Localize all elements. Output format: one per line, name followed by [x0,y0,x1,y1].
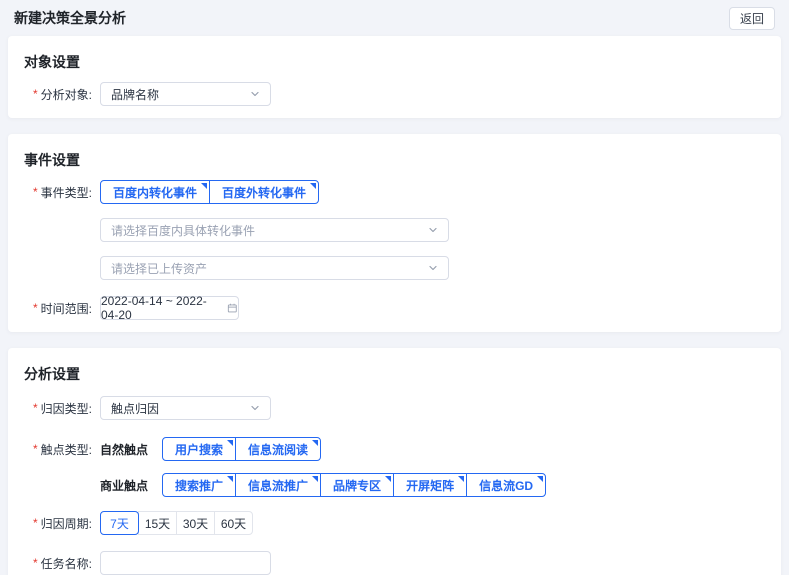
event-type-label: * 事件类型: [33,184,100,201]
touchpoint-natural-row: * 触点类型: 自然触点 用户搜索 信息流阅读 [33,437,761,461]
inner-event-select-row: 请选择百度内具体转化事件 [33,218,761,242]
calendar-icon [227,302,238,314]
inner-event-select[interactable]: 请选择百度内具体转化事件 [100,218,449,242]
segment-60-days[interactable]: 60天 [214,511,253,535]
tag-label: 信息流GD [479,477,533,494]
tag-splash-matrix[interactable]: 开屏矩阵 [393,473,467,497]
segment-7-days[interactable]: 7天 [100,511,139,535]
required-asterisk: * [33,516,38,530]
analysis-object-select[interactable]: 品牌名称 [100,82,271,106]
required-asterisk: * [33,185,38,199]
attribution-period-row: * 归因周期: 7天 15天 30天 60天 [33,511,761,535]
attribution-type-select[interactable]: 触点归因 [100,396,271,420]
segment-30-days[interactable]: 30天 [176,511,215,535]
asset-select-row: 请选择已上传资产 [33,256,761,280]
touchpoint-commercial-row: 商业触点 搜索推广 信息流推广 品牌专区 开屏矩阵 信息流GD [33,473,761,497]
tag-feed-promotion[interactable]: 信息流推广 [235,473,321,497]
tag-label: 开屏矩阵 [406,477,454,494]
section-title-object: 对象设置 [24,52,761,72]
tag-baidu-internal-event[interactable]: 百度内转化事件 [100,180,210,204]
tag-feed-gd[interactable]: 信息流GD [466,473,546,497]
select-placeholder: 请选择百度内具体转化事件 [111,222,255,239]
task-name-row: * 任务名称: [33,551,761,575]
task-name-label: * 任务名称: [33,555,100,572]
tag-feed-reading[interactable]: 信息流阅读 [235,437,321,461]
label-text: 事件类型: [41,184,92,201]
selected-corner-icon [227,476,233,482]
label-text: 时间范围: [41,300,92,317]
analysis-object-label: * 分析对象: [33,86,100,103]
tag-user-search[interactable]: 用户搜索 [162,437,236,461]
tag-label: 搜索推广 [175,477,223,494]
event-settings-card: 事件设置 * 事件类型: 百度内转化事件 百度外转化事件 请选择百度内具体转化事… [8,134,781,332]
touchpoint-type-label: * 触点类型: [33,441,100,458]
selected-corner-icon [227,440,233,446]
select-placeholder: 请选择已上传资产 [111,260,207,277]
tag-baidu-external-event[interactable]: 百度外转化事件 [209,180,319,204]
chevron-down-icon [250,403,260,413]
natural-touchpoint-tag-group: 用户搜索 信息流阅读 [162,437,321,461]
select-value: 触点归因 [111,400,159,417]
analysis-object-row: * 分析对象: 品牌名称 [33,82,761,106]
tag-label: 用户搜索 [175,441,223,458]
selected-corner-icon [310,183,316,189]
label-text: 归因类型: [41,400,92,417]
selected-corner-icon [312,440,318,446]
attribution-type-row: * 归因类型: 触点归因 [33,396,761,420]
event-type-tag-group: 百度内转化事件 百度外转化事件 [100,180,319,204]
date-range-value: 2022-04-14 ~ 2022-04-20 [101,294,221,322]
tag-label: 百度外转化事件 [222,184,306,201]
selected-corner-icon [537,476,543,482]
tag-label: 百度内转化事件 [113,184,197,201]
required-asterisk: * [33,87,38,101]
segment-15-days[interactable]: 15天 [138,511,177,535]
time-range-row: * 时间范围: 2022-04-14 ~ 2022-04-20 [33,296,761,320]
attribution-period-label: * 归因周期: [33,515,100,532]
tag-label: 品牌专区 [333,477,381,494]
chevron-down-icon [250,89,260,99]
required-asterisk: * [33,442,38,456]
natural-touchpoint-label: 自然触点 [100,441,148,458]
commercial-touchpoint-tag-group: 搜索推广 信息流推广 品牌专区 开屏矩阵 信息流GD [162,473,546,497]
chevron-down-icon [428,225,438,235]
selected-corner-icon [312,476,318,482]
commercial-touchpoint-label: 商业触点 [100,477,148,494]
asset-select[interactable]: 请选择已上传资产 [100,256,449,280]
event-type-row: * 事件类型: 百度内转化事件 百度外转化事件 [33,180,761,204]
task-name-input[interactable] [100,551,271,575]
label-text: 任务名称: [41,555,92,572]
topbar: 新建决策全景分析 返回 [0,0,789,36]
chevron-down-icon [428,263,438,273]
time-range-label: * 时间范围: [33,300,100,317]
date-range-picker[interactable]: 2022-04-14 ~ 2022-04-20 [100,296,239,320]
select-value: 品牌名称 [111,86,159,103]
required-asterisk: * [33,301,38,315]
label-text: 触点类型: [41,441,92,458]
attribution-period-segmented: 7天 15天 30天 60天 [100,511,253,535]
selected-corner-icon [458,476,464,482]
page-title: 新建决策全景分析 [14,8,126,28]
tag-label: 信息流阅读 [248,441,308,458]
section-title-analysis: 分析设置 [24,364,761,384]
tag-search-promotion[interactable]: 搜索推广 [162,473,236,497]
selected-corner-icon [385,476,391,482]
object-settings-card: 对象设置 * 分析对象: 品牌名称 [8,36,781,118]
label-text: 分析对象: [41,86,92,103]
tag-label: 信息流推广 [248,477,308,494]
back-button[interactable]: 返回 [729,7,775,30]
attribution-type-label: * 归因类型: [33,400,100,417]
analysis-settings-card: 分析设置 * 归因类型: 触点归因 * 触点类型: 自然触点 用户搜索 信息流阅… [8,348,781,575]
label-text: 归因周期: [41,515,92,532]
section-title-event: 事件设置 [24,150,761,170]
required-asterisk: * [33,556,38,570]
tag-brand-zone[interactable]: 品牌专区 [320,473,394,497]
required-asterisk: * [33,401,38,415]
selected-corner-icon [201,183,207,189]
